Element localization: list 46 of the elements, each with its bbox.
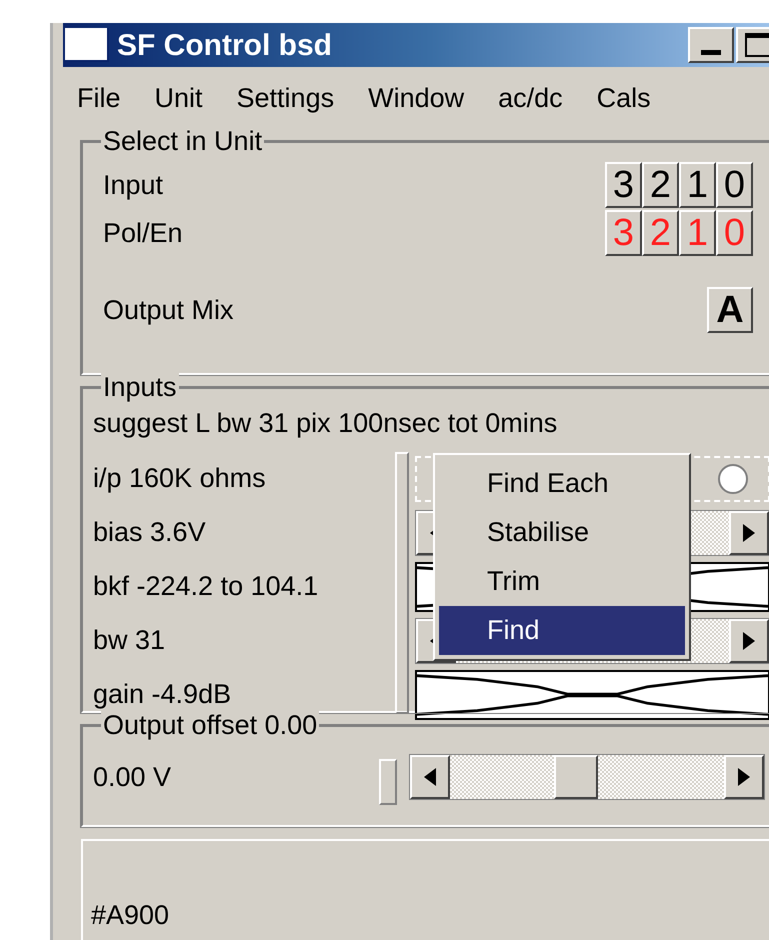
- channel-button[interactable]: 0: [716, 162, 753, 208]
- row-label: bkf -224.2 to 104.1: [93, 570, 318, 604]
- channel-button[interactable]: 1: [679, 162, 716, 208]
- menu-option[interactable]: Stabilise: [439, 508, 685, 557]
- minimize-button[interactable]: [688, 27, 734, 63]
- row-label: Pol/En: [103, 216, 183, 250]
- menu-item[interactable]: ac/dc: [498, 78, 563, 118]
- menu-item[interactable]: Cals: [596, 78, 651, 118]
- window-icon: [65, 28, 109, 62]
- minimize-icon: [701, 50, 721, 55]
- menu-option[interactable]: Find Each: [439, 459, 685, 508]
- menu-item[interactable]: Settings: [236, 78, 334, 118]
- right-triangle-icon: [738, 768, 750, 786]
- window-title: SF Control bsd: [117, 28, 332, 64]
- group-title: Inputs: [101, 372, 179, 402]
- row-label: gain -4.9dB: [93, 678, 232, 712]
- small-slider-thumb[interactable]: [379, 759, 397, 805]
- menu-item[interactable]: File: [77, 78, 121, 118]
- maximize-button[interactable]: [736, 27, 769, 63]
- right-triangle-icon: [743, 524, 755, 542]
- horizontal-scrollbar[interactable]: [409, 754, 765, 800]
- output-mix-button[interactable]: A: [707, 287, 753, 333]
- scroll-right-button[interactable]: [729, 618, 769, 662]
- status-text: #A900: [91, 898, 170, 932]
- scroll-left-button[interactable]: [410, 755, 450, 799]
- summary-text: suggest L bw 31 pix 100nsec tot 0mins: [93, 407, 558, 440]
- scroll-right-button[interactable]: [724, 755, 764, 799]
- menu-option[interactable]: Trim: [439, 557, 685, 606]
- row-label: bw 31: [93, 624, 166, 658]
- maximize-icon: [745, 33, 769, 57]
- row-label: Output Mix: [103, 294, 234, 327]
- row-label: i/p 160K ohms: [93, 462, 266, 496]
- left-triangle-icon: [424, 768, 436, 786]
- menu-item[interactable]: Unit: [154, 78, 203, 118]
- right-triangle-icon: [743, 632, 755, 650]
- channel-button[interactable]: 2: [642, 162, 679, 208]
- menu-item[interactable]: Window: [368, 78, 464, 118]
- group-title: Output offset 0.00: [101, 710, 320, 740]
- channel-button[interactable]: 3: [605, 162, 642, 208]
- scrollbar-thumb[interactable]: [554, 755, 598, 799]
- scroll-right-button[interactable]: [729, 510, 769, 554]
- radio-button[interactable]: [718, 464, 748, 494]
- row-label: bias 3.6V: [93, 516, 206, 550]
- offset-value: 0.00 V: [93, 760, 172, 794]
- row-label: Input: [103, 168, 164, 202]
- menu-option[interactable]: Find: [439, 606, 685, 655]
